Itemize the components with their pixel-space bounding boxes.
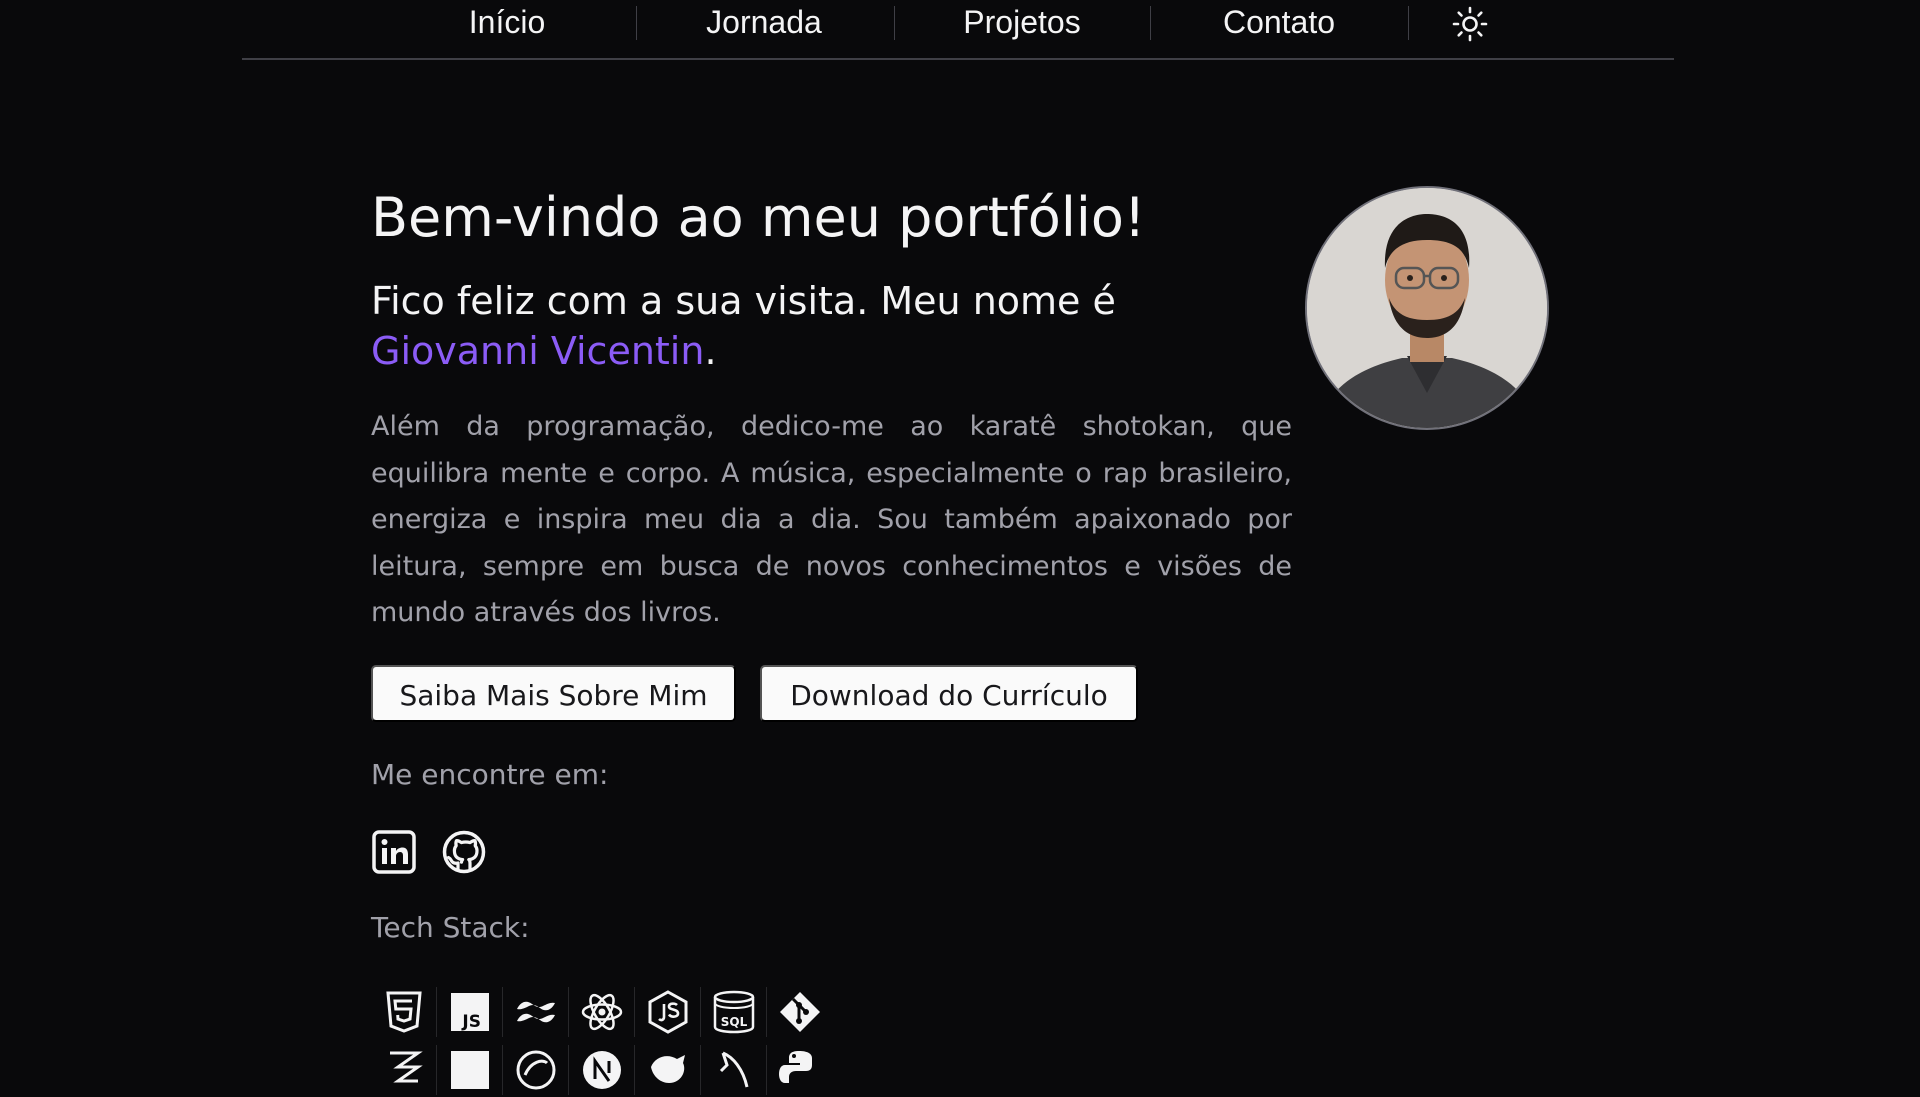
nodejs-icon — [648, 990, 688, 1034]
typescript-icon — [451, 1051, 489, 1089]
tailwind-icon — [517, 1001, 555, 1023]
tech-sql: SQL — [701, 985, 767, 1039]
tech-react — [569, 985, 635, 1039]
tech-fastify — [701, 1043, 767, 1097]
nextjs-icon — [583, 1051, 621, 1089]
tech-git — [767, 985, 833, 1039]
linkedin-link[interactable] — [371, 829, 417, 875]
download-cv-button[interactable]: Download do Currículo — [760, 665, 1138, 722]
tech-javascript: JS — [437, 985, 503, 1039]
social-label: Me encontre em: — [371, 758, 609, 791]
nav-divider — [894, 6, 895, 40]
nav-divider — [1408, 6, 1409, 40]
tech-prisma — [503, 1043, 569, 1097]
subtitle-text: Fico feliz com a sua visita. Meu nome é — [371, 279, 1116, 323]
sql-icon: SQL — [713, 990, 755, 1034]
fastify-icon — [719, 1051, 749, 1088]
git-icon — [780, 992, 820, 1032]
tech-nodejs — [635, 985, 701, 1039]
nestjs-icon — [651, 1055, 685, 1083]
javascript-icon: JS — [451, 993, 489, 1032]
html5-icon — [386, 991, 422, 1033]
nav-item-contato[interactable]: Contato — [1223, 0, 1335, 44]
profile-photo — [1307, 188, 1547, 428]
nav-divider — [1150, 6, 1151, 40]
python-icon — [779, 1051, 812, 1083]
subtitle-period: . — [704, 329, 717, 373]
bio-paragraph: Além da programação, dedico-me ao karatê… — [371, 411, 1292, 628]
tech-tailwind — [503, 985, 569, 1039]
tech-nestjs — [635, 1043, 701, 1097]
github-link[interactable] — [441, 829, 487, 875]
svg-text:JS: JS — [461, 1012, 481, 1032]
avatar — [1305, 186, 1549, 430]
nav-divider — [636, 6, 637, 40]
page-title: Bem-vindo ao meu portfólio! — [371, 186, 1146, 249]
linkedin-icon — [372, 830, 416, 874]
prisma-icon — [516, 1050, 556, 1090]
owner-name: Giovanni Vicentin — [371, 329, 705, 373]
zustand-icon — [390, 1051, 423, 1083]
nav-item-inicio[interactable]: Início — [469, 0, 545, 44]
theme-toggle-button[interactable] — [1450, 4, 1490, 44]
tech-html5 — [371, 985, 437, 1039]
hero-subtitle: Fico feliz com a sua visita. Meu nome é … — [371, 276, 1161, 376]
top-nav: Início Jornada Projetos Contato — [242, 0, 1674, 60]
react-icon — [581, 993, 623, 1031]
tech-zustand — [371, 1043, 437, 1097]
github-icon — [442, 830, 486, 874]
tech-stack-label: Tech Stack: — [371, 911, 530, 944]
tech-nextjs — [569, 1043, 635, 1097]
tech-python — [767, 1043, 833, 1097]
svg-text:SQL: SQL — [721, 1015, 748, 1029]
nav-item-jornada[interactable]: Jornada — [706, 0, 822, 44]
tech-typescript — [437, 1043, 503, 1097]
nav-item-projetos[interactable]: Projetos — [963, 0, 1080, 44]
about-me-button[interactable]: Saiba Mais Sobre Mim — [371, 665, 736, 722]
sun-icon — [1452, 6, 1488, 42]
